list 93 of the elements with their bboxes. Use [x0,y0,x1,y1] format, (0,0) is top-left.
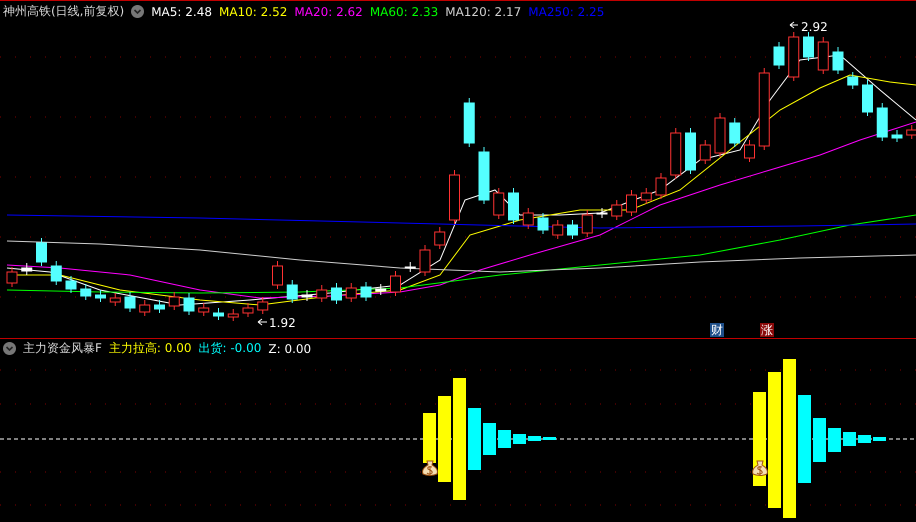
candlestick [286,280,298,304]
candlestick [272,260,283,290]
candlestick [685,128,696,174]
low-price-label: 1.92 [269,316,296,330]
candlestick [744,140,755,162]
collapse-chevron-icon[interactable] [131,5,144,18]
candlestick [847,72,858,90]
candlestick [522,208,534,230]
candlestick [50,260,62,286]
candlestick [242,302,254,318]
histogram-bar [513,434,526,444]
candlestick [124,292,136,312]
candlestick [6,266,18,288]
candlestick [493,188,504,220]
high-price-label: 2.92 [801,20,828,34]
candlestick [552,220,564,240]
moving-average-value: MA20: 2.62 [294,4,363,18]
candlestick [449,170,460,224]
candlestick [478,146,490,204]
money-bag-icon [422,460,438,476]
candlestick [876,102,888,142]
candlestick [582,210,593,238]
moving-average-value: MA250: 2.25 [528,4,604,18]
indicator-value: 出货: -0.00 [198,340,262,357]
candlestick [257,296,268,314]
candlestick [832,46,844,74]
indicator-title: 主力资金风暴F [23,340,102,357]
high-marker-arrow [790,22,798,28]
candlestick [21,262,32,276]
candlestick [892,130,902,142]
moving-average-value: MA60: 2.33 [370,4,438,18]
histogram-bar [813,418,826,462]
candlestick [508,188,519,224]
candlestick [774,42,784,70]
candlestick [375,284,386,296]
candlestick [154,300,165,314]
collapse-chevron-icon[interactable] [3,342,16,355]
candlestick [228,308,239,322]
candlestick [640,188,652,204]
histogram-bar [543,437,556,440]
histogram-bar [483,423,496,455]
candlestick [66,276,76,294]
event-marker-badge[interactable]: 财 [710,323,724,337]
candlestick [670,128,682,180]
candlestick [464,98,475,148]
histogram-bar [528,436,541,441]
histogram-bar [498,430,511,448]
indicator-value: Z: 0.00 [268,342,312,356]
candlestick [626,190,637,216]
candlestick [729,118,740,148]
histogram-bar [873,437,886,441]
candlestick [346,282,357,302]
candlestick [596,208,608,218]
candlestick [803,32,814,62]
candlestick [611,200,622,220]
candlestick [567,220,578,240]
candlestick [700,140,711,164]
moving-average-value: MA120: 2.17 [445,4,522,18]
money-bag-icon [752,460,768,476]
stock-title: 神州高铁(日线,前复权) [3,3,124,20]
candlestick [788,32,800,82]
histogram-bar [828,428,841,452]
candlestick [184,292,194,316]
histogram-bar [843,432,856,446]
candlestick [538,212,548,234]
moving-average-value: MA5: 2.48 [151,4,212,18]
candlestick [714,112,726,158]
histogram-bar [858,435,871,443]
candlestick [198,302,210,316]
candlestick [434,226,446,250]
candlestick [390,270,401,296]
candlestick [168,292,180,310]
candlestick [420,244,430,276]
indicator-value: 主力拉高: 0.00 [108,340,192,357]
candlestick [95,290,106,302]
candlestick [360,282,372,302]
candlestick [316,284,328,302]
candlestick [302,290,312,302]
event-marker-badge[interactable]: 涨 [760,323,774,337]
candlestick [80,284,92,300]
candlestick [862,80,873,116]
candlestick [213,308,224,320]
candlestick [656,172,666,200]
candlestick [818,36,829,74]
low-marker-arrow [258,318,268,326]
candlestick [331,282,342,304]
histogram-bar [468,408,481,470]
candlestick [36,238,47,266]
moving-average-value: MA10: 2.52 [218,4,288,18]
candlestick [404,262,416,272]
histogram-bar [423,413,436,463]
candlestick [110,292,121,306]
candlestick [139,300,150,316]
